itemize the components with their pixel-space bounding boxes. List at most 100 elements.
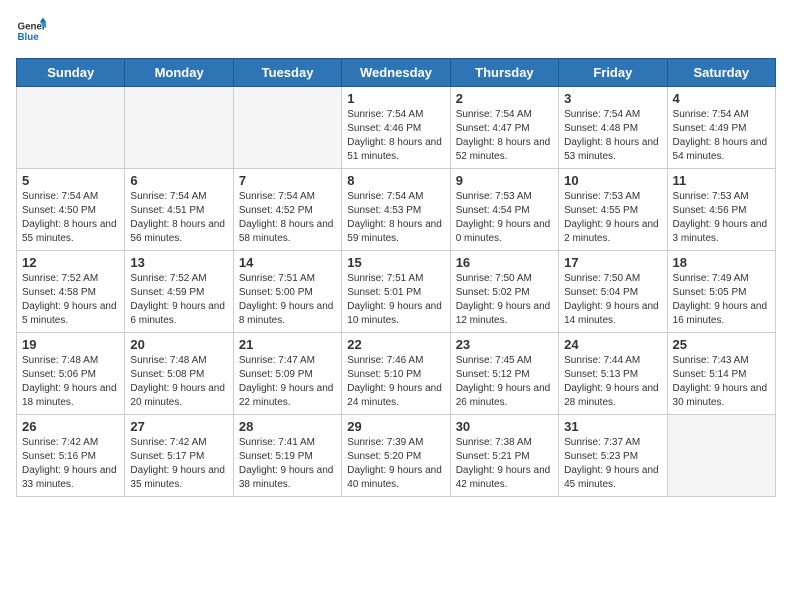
day-cell — [667, 415, 775, 497]
day-cell: 21 Sunrise: 7:47 AM Sunset: 5:09 PM Dayli… — [233, 333, 341, 415]
weekday-header-friday: Friday — [559, 59, 667, 87]
day-cell: 11 Sunrise: 7:53 AM Sunset: 4:56 PM Dayli… — [667, 169, 775, 251]
day-info: Sunrise: 7:53 AM Sunset: 4:56 PM Dayligh… — [673, 190, 770, 246]
day-number: 31 — [564, 419, 661, 434]
day-info: Sunrise: 7:53 AM Sunset: 4:55 PM Dayligh… — [564, 190, 661, 246]
day-cell: 15 Sunrise: 7:51 AM Sunset: 5:01 PM Dayli… — [342, 251, 450, 333]
day-info: Sunrise: 7:54 AM Sunset: 4:51 PM Dayligh… — [130, 190, 227, 246]
day-info: Sunrise: 7:51 AM Sunset: 5:00 PM Dayligh… — [239, 272, 336, 328]
day-cell: 13 Sunrise: 7:52 AM Sunset: 4:59 PM Dayli… — [125, 251, 233, 333]
day-info: Sunrise: 7:39 AM Sunset: 5:20 PM Dayligh… — [347, 436, 444, 492]
day-cell: 4 Sunrise: 7:54 AM Sunset: 4:49 PM Daylig… — [667, 87, 775, 169]
day-info: Sunrise: 7:46 AM Sunset: 5:10 PM Dayligh… — [347, 354, 444, 410]
day-cell: 10Sunrise: 7:53 AM Sunset: 4:55 PM Dayli… — [559, 169, 667, 251]
calendar: SundayMondayTuesdayWednesdayThursdayFrid… — [16, 58, 776, 497]
weekday-header-saturday: Saturday — [667, 59, 775, 87]
day-info: Sunrise: 7:43 AM Sunset: 5:14 PM Dayligh… — [673, 354, 770, 410]
week-row-5: 26 Sunrise: 7:42 AM Sunset: 5:16 PM Dayli… — [17, 415, 776, 497]
day-number: 2 — [456, 91, 553, 106]
day-number: 7 — [239, 173, 336, 188]
day-info: Sunrise: 7:54 AM Sunset: 4:53 PM Dayligh… — [347, 190, 444, 246]
day-info: Sunrise: 7:54 AM Sunset: 4:50 PM Dayligh… — [22, 190, 119, 246]
day-number: 12 — [22, 255, 119, 270]
day-cell: 29 Sunrise: 7:39 AM Sunset: 5:20 PM Dayli… — [342, 415, 450, 497]
day-info: Sunrise: 7:54 AM Sunset: 4:47 PM Dayligh… — [456, 108, 553, 164]
day-number: 19 — [22, 337, 119, 352]
day-info: Sunrise: 7:37 AM Sunset: 5:23 PM Dayligh… — [564, 436, 661, 492]
day-info: Sunrise: 7:53 AM Sunset: 4:54 PM Dayligh… — [456, 190, 553, 246]
day-info: Sunrise: 7:49 AM Sunset: 5:05 PM Dayligh… — [673, 272, 770, 328]
day-info: Sunrise: 7:54 AM Sunset: 4:46 PM Dayligh… — [347, 108, 444, 164]
day-cell: 19Sunrise: 7:48 AM Sunset: 5:06 PM Dayli… — [17, 333, 125, 415]
day-cell — [17, 87, 125, 169]
day-cell: 26 Sunrise: 7:42 AM Sunset: 5:16 PM Dayli… — [17, 415, 125, 497]
week-row-2: 5 Sunrise: 7:54 AM Sunset: 4:50 PM Daylig… — [17, 169, 776, 251]
day-info: Sunrise: 7:47 AM Sunset: 5:09 PM Dayligh… — [239, 354, 336, 410]
day-number: 3 — [564, 91, 661, 106]
day-info: Sunrise: 7:42 AM Sunset: 5:17 PM Dayligh… — [130, 436, 227, 492]
day-number: 6 — [130, 173, 227, 188]
day-number: 18 — [673, 255, 770, 270]
day-info: Sunrise: 7:50 AM Sunset: 5:02 PM Dayligh… — [456, 272, 553, 328]
weekday-header-thursday: Thursday — [450, 59, 558, 87]
day-cell — [125, 87, 233, 169]
day-info: Sunrise: 7:41 AM Sunset: 5:19 PM Dayligh… — [239, 436, 336, 492]
day-number: 16 — [456, 255, 553, 270]
day-number: 30 — [456, 419, 553, 434]
day-cell — [233, 87, 341, 169]
day-cell: 12 Sunrise: 7:52 AM Sunset: 4:58 PM Dayli… — [17, 251, 125, 333]
day-cell: 28Sunrise: 7:41 AM Sunset: 5:19 PM Dayli… — [233, 415, 341, 497]
day-number: 11 — [673, 173, 770, 188]
logo: General Blue — [16, 16, 46, 46]
day-number: 22 — [347, 337, 444, 352]
weekday-header-sunday: Sunday — [17, 59, 125, 87]
day-cell: 27Sunrise: 7:42 AM Sunset: 5:17 PM Dayli… — [125, 415, 233, 497]
day-number: 1 — [347, 91, 444, 106]
svg-text:Blue: Blue — [18, 32, 40, 43]
weekday-header-monday: Monday — [125, 59, 233, 87]
day-number: 14 — [239, 255, 336, 270]
day-number: 8 — [347, 173, 444, 188]
day-number: 21 — [239, 337, 336, 352]
day-cell: 16 Sunrise: 7:50 AM Sunset: 5:02 PM Dayli… — [450, 251, 558, 333]
day-info: Sunrise: 7:51 AM Sunset: 5:01 PM Dayligh… — [347, 272, 444, 328]
day-cell: 23 Sunrise: 7:45 AM Sunset: 5:12 PM Dayli… — [450, 333, 558, 415]
day-info: Sunrise: 7:54 AM Sunset: 4:49 PM Dayligh… — [673, 108, 770, 164]
day-info: Sunrise: 7:45 AM Sunset: 5:12 PM Dayligh… — [456, 354, 553, 410]
day-number: 4 — [673, 91, 770, 106]
day-number: 15 — [347, 255, 444, 270]
day-cell: 20 Sunrise: 7:48 AM Sunset: 5:08 PM Dayli… — [125, 333, 233, 415]
day-number: 17 — [564, 255, 661, 270]
day-number: 29 — [347, 419, 444, 434]
day-cell: 7 Sunrise: 7:54 AM Sunset: 4:52 PM Daylig… — [233, 169, 341, 251]
day-cell: 8 Sunrise: 7:54 AM Sunset: 4:53 PM Daylig… — [342, 169, 450, 251]
day-number: 26 — [22, 419, 119, 434]
week-row-3: 12 Sunrise: 7:52 AM Sunset: 4:58 PM Dayli… — [17, 251, 776, 333]
day-info: Sunrise: 7:50 AM Sunset: 5:04 PM Dayligh… — [564, 272, 661, 328]
day-cell: 30Sunrise: 7:38 AM Sunset: 5:21 PM Dayli… — [450, 415, 558, 497]
header: General Blue — [16, 16, 776, 46]
week-row-4: 19Sunrise: 7:48 AM Sunset: 5:06 PM Dayli… — [17, 333, 776, 415]
day-info: Sunrise: 7:52 AM Sunset: 4:59 PM Dayligh… — [130, 272, 227, 328]
day-number: 23 — [456, 337, 553, 352]
day-number: 13 — [130, 255, 227, 270]
day-cell: 5 Sunrise: 7:54 AM Sunset: 4:50 PM Daylig… — [17, 169, 125, 251]
day-cell: 18 Sunrise: 7:49 AM Sunset: 5:05 PM Dayli… — [667, 251, 775, 333]
day-info: Sunrise: 7:54 AM Sunset: 4:48 PM Dayligh… — [564, 108, 661, 164]
day-info: Sunrise: 7:48 AM Sunset: 5:08 PM Dayligh… — [130, 354, 227, 410]
day-cell: 31 Sunrise: 7:37 AM Sunset: 5:23 PM Dayli… — [559, 415, 667, 497]
day-info: Sunrise: 7:54 AM Sunset: 4:52 PM Dayligh… — [239, 190, 336, 246]
day-number: 5 — [22, 173, 119, 188]
day-cell: 1 Sunrise: 7:54 AM Sunset: 4:46 PM Daylig… — [342, 87, 450, 169]
day-number: 9 — [456, 173, 553, 188]
day-cell: 9 Sunrise: 7:53 AM Sunset: 4:54 PM Daylig… — [450, 169, 558, 251]
day-cell: 22 Sunrise: 7:46 AM Sunset: 5:10 PM Dayli… — [342, 333, 450, 415]
day-cell: 6 Sunrise: 7:54 AM Sunset: 4:51 PM Daylig… — [125, 169, 233, 251]
logo-icon: General Blue — [16, 16, 46, 46]
day-info: Sunrise: 7:42 AM Sunset: 5:16 PM Dayligh… — [22, 436, 119, 492]
day-cell: 25 Sunrise: 7:43 AM Sunset: 5:14 PM Dayli… — [667, 333, 775, 415]
day-number: 25 — [673, 337, 770, 352]
day-info: Sunrise: 7:52 AM Sunset: 4:58 PM Dayligh… — [22, 272, 119, 328]
day-number: 20 — [130, 337, 227, 352]
day-info: Sunrise: 7:44 AM Sunset: 5:13 PM Dayligh… — [564, 354, 661, 410]
